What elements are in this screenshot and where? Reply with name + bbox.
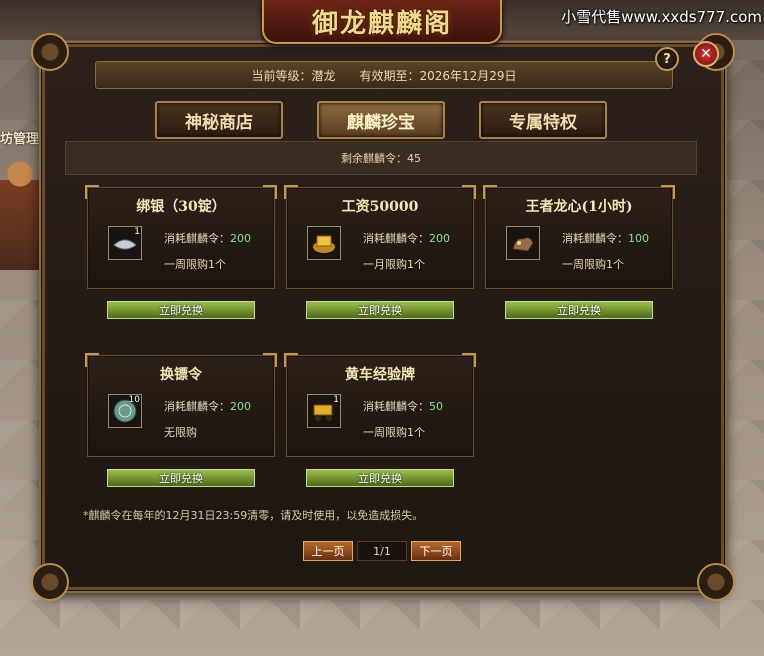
item-name: 黄车经验牌 [345, 367, 415, 383]
pagination: 上一页 1/1 下一页 [303, 541, 461, 561]
remaining-tokens: 剩余麒麟令：45 [65, 141, 697, 175]
corner-ornament [31, 33, 69, 71]
tab-bar: 神秘商店 麒麟珍宝 专属特权 [155, 101, 607, 139]
escort-token-icon[interactable]: 10 [108, 394, 142, 428]
item-name: 绑银（30锭） [136, 199, 226, 215]
corner-ornament [697, 563, 735, 601]
item-card: 换镖令 10 消耗麒麟令：200 无限购 [85, 353, 277, 457]
redeem-button[interactable]: 立即兑换 [306, 469, 454, 487]
redeem-button[interactable]: 立即兑换 [505, 301, 653, 319]
redeem-button[interactable]: 立即兑换 [107, 301, 255, 319]
npc-character [0, 150, 40, 270]
expiry-date: 有效期至：2026年12月29日 [359, 68, 517, 83]
item-cost: 消耗麒麟令：100 [562, 232, 649, 245]
qilin-pavilion-window: 当前等级：潜龙 有效期至：2026年12月29日 ? ✕ 神秘商店 麒麟珍宝 专… [31, 33, 735, 601]
corner-ornament [31, 563, 69, 601]
item-card: 工资50000 消耗麒麟令：200 一月限购1个 [284, 185, 476, 289]
dragon-heart-icon[interactable] [506, 226, 540, 260]
tab-exclusive-privileges[interactable]: 专属特权 [479, 101, 607, 139]
item-limit: 无限购 [164, 426, 197, 439]
item-cost: 消耗麒麟令：200 [363, 232, 450, 245]
prev-page-button[interactable]: 上一页 [303, 541, 353, 561]
current-level: 当前等级：潜龙 [251, 68, 336, 83]
item-card: 绑银（30锭） 1 消耗麒麟令：200 一周限购1个 [85, 185, 277, 289]
reset-notice: *麒麟令在每年的12月31日23:59清零，请及时使用，以免造成损失。 [83, 509, 424, 522]
item-card: 黄车经验牌 1 消耗麒麟令：50 一周限购1个 [284, 353, 476, 457]
redeem-button[interactable]: 立即兑换 [107, 469, 255, 487]
item-cost: 消耗麒麟令：200 [164, 400, 251, 413]
tab-qilin-treasures[interactable]: 麒麟珍宝 [317, 101, 445, 139]
help-button[interactable]: ? [655, 47, 679, 71]
gold-icon[interactable] [307, 226, 341, 260]
item-card: 王者龙心(1小时) 消耗麒麟令：100 一周限购1个 [483, 185, 675, 289]
item-limit: 一周限购1个 [363, 426, 425, 439]
next-page-button[interactable]: 下一页 [411, 541, 461, 561]
tab-mystery-shop[interactable]: 神秘商店 [155, 101, 283, 139]
window-title: 御龙麒麟阁 [311, 8, 452, 39]
item-limit: 一月限购1个 [363, 258, 425, 271]
item-limit: 一周限购1个 [164, 258, 226, 271]
background-sign-text: 坊管理 [0, 132, 40, 147]
yellow-cart-icon[interactable]: 1 [307, 394, 341, 428]
watermark: 小雪代售www.xxds777.com [561, 8, 762, 26]
close-button[interactable]: ✕ [693, 41, 719, 67]
item-cost: 消耗麒麟令：50 [363, 400, 443, 413]
item-cost: 消耗麒麟令：200 [164, 232, 251, 245]
window-title-plaque: 御龙麒麟阁 [262, 0, 502, 44]
page-indicator: 1/1 [357, 541, 407, 561]
redeem-button[interactable]: 立即兑换 [306, 301, 454, 319]
item-name: 换镖令 [160, 367, 202, 383]
item-name: 王者龙心(1小时) [525, 199, 633, 215]
item-limit: 一周限购1个 [562, 258, 624, 271]
silver-ingot-icon[interactable]: 1 [108, 226, 142, 260]
status-bar: 当前等级：潜龙 有效期至：2026年12月29日 [95, 61, 673, 89]
item-name: 工资50000 [341, 199, 419, 215]
